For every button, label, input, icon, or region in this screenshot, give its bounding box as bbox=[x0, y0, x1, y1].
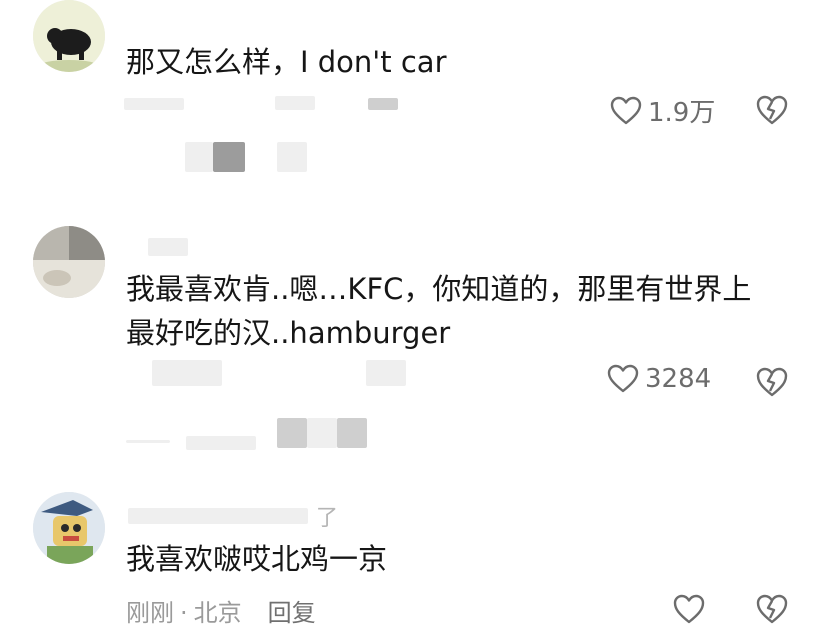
like-count: 1.9万 bbox=[648, 98, 716, 128]
like-button[interactable]: 1.9万 bbox=[610, 92, 715, 129]
blurred-username bbox=[128, 508, 308, 524]
comment-meta: 刚刚 · 北京 回复 bbox=[126, 593, 316, 628]
location: 北京 bbox=[193, 599, 242, 627]
avatar[interactable] bbox=[33, 0, 105, 72]
reply-button[interactable]: 回复 bbox=[268, 599, 316, 627]
separator-dot: · bbox=[180, 599, 188, 627]
blurred-block bbox=[337, 418, 367, 448]
blurred-meta bbox=[366, 360, 406, 386]
blurred-meta bbox=[124, 98, 184, 110]
broken-heart-icon[interactable] bbox=[755, 366, 789, 398]
blurred-meta bbox=[186, 436, 256, 450]
like-count: 3284 bbox=[645, 364, 712, 394]
blurred-meta bbox=[275, 96, 315, 110]
broken-heart-icon[interactable] bbox=[755, 94, 789, 126]
blurred-block bbox=[277, 418, 307, 448]
comment-text: 那又怎么样，I don't car bbox=[126, 45, 447, 79]
heart-outline-icon[interactable] bbox=[672, 593, 706, 625]
blurred-block bbox=[277, 142, 307, 172]
like-button[interactable]: 3284 bbox=[607, 364, 711, 394]
blurred-meta bbox=[152, 360, 222, 386]
blurred-divider bbox=[126, 440, 170, 443]
comment-text-line-1: 我最喜欢肯..嗯…KFC，你知道的，那里有世界上 bbox=[126, 272, 752, 306]
heart-outline-icon bbox=[607, 364, 639, 393]
avatar[interactable] bbox=[33, 226, 105, 298]
username-fragment: 了 bbox=[316, 506, 339, 531]
blurred-username bbox=[148, 238, 188, 256]
broken-heart-icon[interactable] bbox=[755, 593, 789, 625]
blurred-block bbox=[185, 142, 213, 172]
timestamp: 刚刚 bbox=[126, 599, 174, 627]
avatar[interactable] bbox=[33, 492, 105, 564]
comment-text-line-2: 最好吃的汉..hamburger bbox=[126, 316, 451, 350]
blurred-block bbox=[307, 418, 337, 448]
blurred-block bbox=[213, 142, 245, 172]
blurred-meta bbox=[368, 98, 398, 110]
heart-outline-icon bbox=[610, 96, 642, 124]
comment-text: 我喜欢啵哎北鸡一京 bbox=[126, 542, 388, 576]
